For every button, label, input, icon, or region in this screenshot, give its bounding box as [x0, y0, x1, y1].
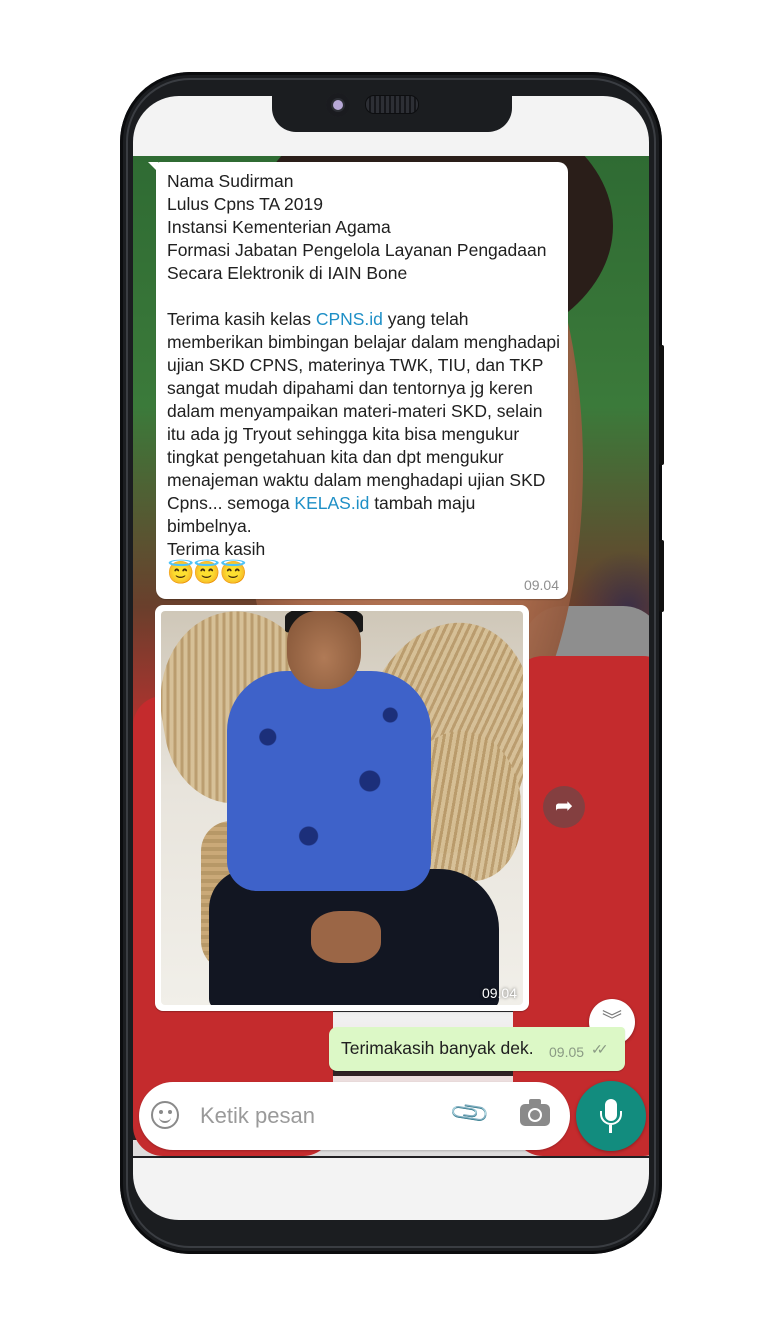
power-button — [659, 540, 664, 612]
message-emojis: 😇😇😇 — [167, 560, 247, 585]
volume-button — [659, 345, 664, 465]
message-line: Instansi Kementerian Agama — [167, 217, 391, 237]
message-input[interactable]: Ketik pesan — [200, 1103, 315, 1129]
front-camera — [326, 93, 350, 117]
message-closing: Terima kasih — [167, 539, 266, 559]
message-paragraph: Terima kasih kelas CPNS.id yang telah me… — [167, 309, 561, 536]
share-icon[interactable]: ➦ — [543, 786, 585, 828]
message-line: Lulus Cpns TA 2019 — [167, 194, 323, 214]
camera-icon[interactable] — [520, 1099, 550, 1126]
message-time: 09.04 — [523, 577, 559, 593]
read-ticks-icon: ✓✓ — [591, 1041, 609, 1057]
message-line: Nama Sudirman — [167, 171, 294, 191]
emoji-icon[interactable] — [151, 1101, 179, 1129]
outgoing-time: 09.05 — [549, 1044, 585, 1060]
incoming-message-bubble[interactable]: Nama Sudirman Lulus Cpns TA 2019 Instans… — [148, 162, 568, 599]
outgoing-message-bubble[interactable]: Terimakasih banyak dek. 09.05 ✓✓ — [329, 1027, 625, 1071]
mic-button[interactable] — [576, 1081, 646, 1151]
message-text: Nama Sudirman Lulus Cpns TA 2019 Instans… — [167, 170, 562, 584]
earpiece-speaker — [365, 95, 419, 114]
message-line: Formasi Jabatan Pengelola Layanan Pengad… — [167, 240, 547, 260]
message-line: Secara Elektronik di IAIN Bone — [167, 263, 408, 283]
link-cpns-id[interactable]: CPNS.id — [316, 309, 383, 329]
photo[interactable] — [161, 611, 523, 1005]
link-kelas-id[interactable]: KELAS.id — [294, 493, 369, 513]
outgoing-text: Terimakasih banyak dek. — [341, 1038, 534, 1058]
image-time: 09.04 — [481, 985, 517, 1001]
incoming-image-bubble[interactable]: 09.04 — [155, 605, 529, 1011]
